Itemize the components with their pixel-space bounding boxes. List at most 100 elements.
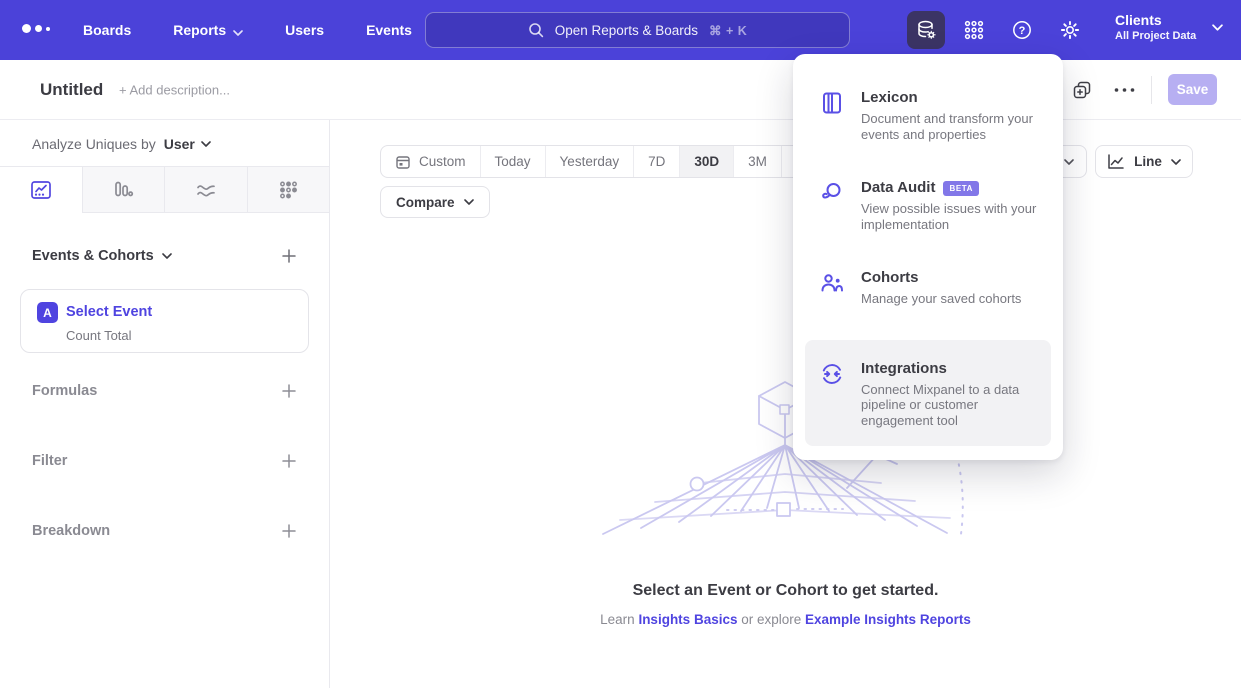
empty-state-links: Learn Insights Basics or explore Example… <box>330 612 1241 627</box>
events-cohorts-dropdown[interactable]: Events & Cohorts <box>32 248 172 264</box>
menu-item-title: Cohorts <box>861 269 919 287</box>
help-button[interactable]: ? <box>1003 11 1041 49</box>
formulas-label: Formulas <box>32 383 97 399</box>
account-name: Clients <box>1115 11 1196 29</box>
analyze-label: Analyze Uniques by <box>32 136 156 152</box>
stream-chart-icon <box>194 178 218 202</box>
insights-basics-link[interactable]: Insights Basics <box>638 612 737 627</box>
svg-text:?: ? <box>1019 25 1026 37</box>
count-type-selector[interactable]: Count Total <box>66 328 132 343</box>
menu-item-description: Manage your saved cohorts <box>861 291 1037 307</box>
ellipsis-icon <box>1114 87 1135 92</box>
bar-chart-icon <box>111 178 135 202</box>
analyze-row: Analyze Uniques by User <box>32 135 329 152</box>
plus-icon <box>281 453 297 469</box>
report-title[interactable]: Untitled <box>40 80 103 100</box>
event-row-a[interactable]: A Select Event Count Total <box>20 289 309 353</box>
chevron-down-icon <box>201 141 211 147</box>
add-breakdown-button[interactable] <box>281 523 297 539</box>
nav-links: Boards Reports Users Events <box>83 0 412 60</box>
duplicate-icon <box>1071 79 1093 101</box>
beta-badge: BETA <box>943 181 979 196</box>
more-options-button[interactable] <box>1114 87 1135 92</box>
menu-item-cohorts[interactable]: Cohorts Manage your saved cohorts <box>793 258 1063 318</box>
menu-item-description: Connect Mixpanel to a data pipeline or c… <box>861 382 1037 429</box>
analyze-by-dropdown[interactable]: User <box>164 136 211 152</box>
events-cohorts-section: Events & Cohorts <box>32 247 297 265</box>
chevron-down-icon <box>1212 24 1223 31</box>
tab-stream-chart[interactable] <box>165 167 248 212</box>
plus-icon <box>281 248 297 264</box>
date-range-custom[interactable]: Custom <box>381 146 481 177</box>
tab-metrics-grid[interactable] <box>248 167 330 212</box>
line-chart-mini-icon <box>1107 154 1125 170</box>
or-explore-text: or explore <box>737 612 805 627</box>
chevron-down-icon <box>162 253 172 259</box>
chevron-down-icon <box>464 199 474 205</box>
duplicate-button[interactable] <box>1071 79 1093 101</box>
apps-grid-button[interactable] <box>955 11 993 49</box>
nav-item-events[interactable]: Events <box>366 22 412 38</box>
search-icon <box>528 22 544 38</box>
add-formula-button[interactable] <box>281 383 297 399</box>
date-range-30d[interactable]: 30D <box>680 146 734 177</box>
date-range-yesterday[interactable]: Yesterday <box>546 146 635 177</box>
project-name: All Project Data <box>1115 29 1196 43</box>
breakdown-label: Breakdown <box>32 523 110 539</box>
menu-item-description: View possible issues with your implement… <box>861 201 1037 232</box>
date-range-control: Custom Today Yesterday 7D 30D 3M 6M <box>380 145 830 178</box>
grid-icon <box>963 19 985 41</box>
filter-label: Filter <box>32 453 67 469</box>
nav-icon-group: ? <box>907 11 1089 49</box>
line-chart-icon <box>29 178 53 202</box>
event-letter-badge: A <box>37 302 58 323</box>
date-range-7d[interactable]: 7D <box>634 146 680 177</box>
plus-icon <box>281 523 297 539</box>
date-range-3m[interactable]: 3M <box>734 146 782 177</box>
compare-dropdown[interactable]: Compare <box>380 186 490 218</box>
nav-item-reports[interactable]: Reports <box>173 21 243 39</box>
menu-item-integrations[interactable]: Integrations Connect Mixpanel to a data … <box>805 340 1051 447</box>
search-shortcut: ⌘ + K <box>709 23 747 38</box>
menu-item-description: Document and transform your events and p… <box>861 111 1037 142</box>
metrics-grid-icon <box>276 178 300 202</box>
plus-icon <box>281 383 297 399</box>
menu-item-lexicon[interactable]: Lexicon Document and transform your even… <box>793 78 1063 153</box>
chart-type-dropdown[interactable]: Line <box>1095 145 1193 178</box>
empty-state-title: Select an Event or Cohort to get started… <box>330 582 1241 600</box>
project-switcher[interactable]: Clients All Project Data <box>1115 11 1223 43</box>
date-range-today[interactable]: Today <box>481 146 546 177</box>
tab-bar-chart[interactable] <box>83 167 166 212</box>
help-icon: ? <box>1011 19 1033 41</box>
save-button[interactable]: Save <box>1168 74 1217 105</box>
filter-section: Filter <box>32 453 297 469</box>
database-gear-icon <box>915 19 937 41</box>
add-filter-button[interactable] <box>281 453 297 469</box>
formulas-section: Formulas <box>32 383 297 399</box>
example-reports-link[interactable]: Example Insights Reports <box>805 612 971 627</box>
menu-item-title: Integrations <box>861 360 947 378</box>
chevron-down-icon <box>233 23 243 39</box>
report-description-field[interactable]: + Add description... <box>119 82 230 97</box>
settings-button[interactable] <box>1051 11 1089 49</box>
select-event-button[interactable]: Select Event <box>66 304 152 320</box>
global-search-input[interactable]: Open Reports & Boards ⌘ + K <box>425 12 850 48</box>
learn-prefix: Learn <box>600 612 638 627</box>
breakdown-section: Breakdown <box>32 523 297 539</box>
lexicon-book-icon <box>819 90 845 116</box>
add-event-button[interactable] <box>281 248 297 264</box>
header-divider <box>1151 76 1152 104</box>
tab-line-chart[interactable] <box>0 167 83 212</box>
mixpanel-logo[interactable] <box>22 24 50 33</box>
query-sidebar: Analyze Uniques by User <box>0 120 330 688</box>
data-management-button[interactable] <box>907 11 945 49</box>
nav-item-boards[interactable]: Boards <box>83 22 131 38</box>
gear-icon <box>1059 19 1081 41</box>
calendar-icon <box>395 154 411 170</box>
data-audit-icon <box>819 180 845 206</box>
report-canvas: Custom Today Yesterday 7D 30D 3M 6M Comp… <box>330 120 1241 688</box>
nav-item-users[interactable]: Users <box>285 22 324 38</box>
menu-item-title: Lexicon <box>861 89 918 107</box>
menu-item-data-audit[interactable]: Data Audit BETA View possible issues wit… <box>793 168 1063 243</box>
search-placeholder: Open Reports & Boards <box>555 23 698 38</box>
